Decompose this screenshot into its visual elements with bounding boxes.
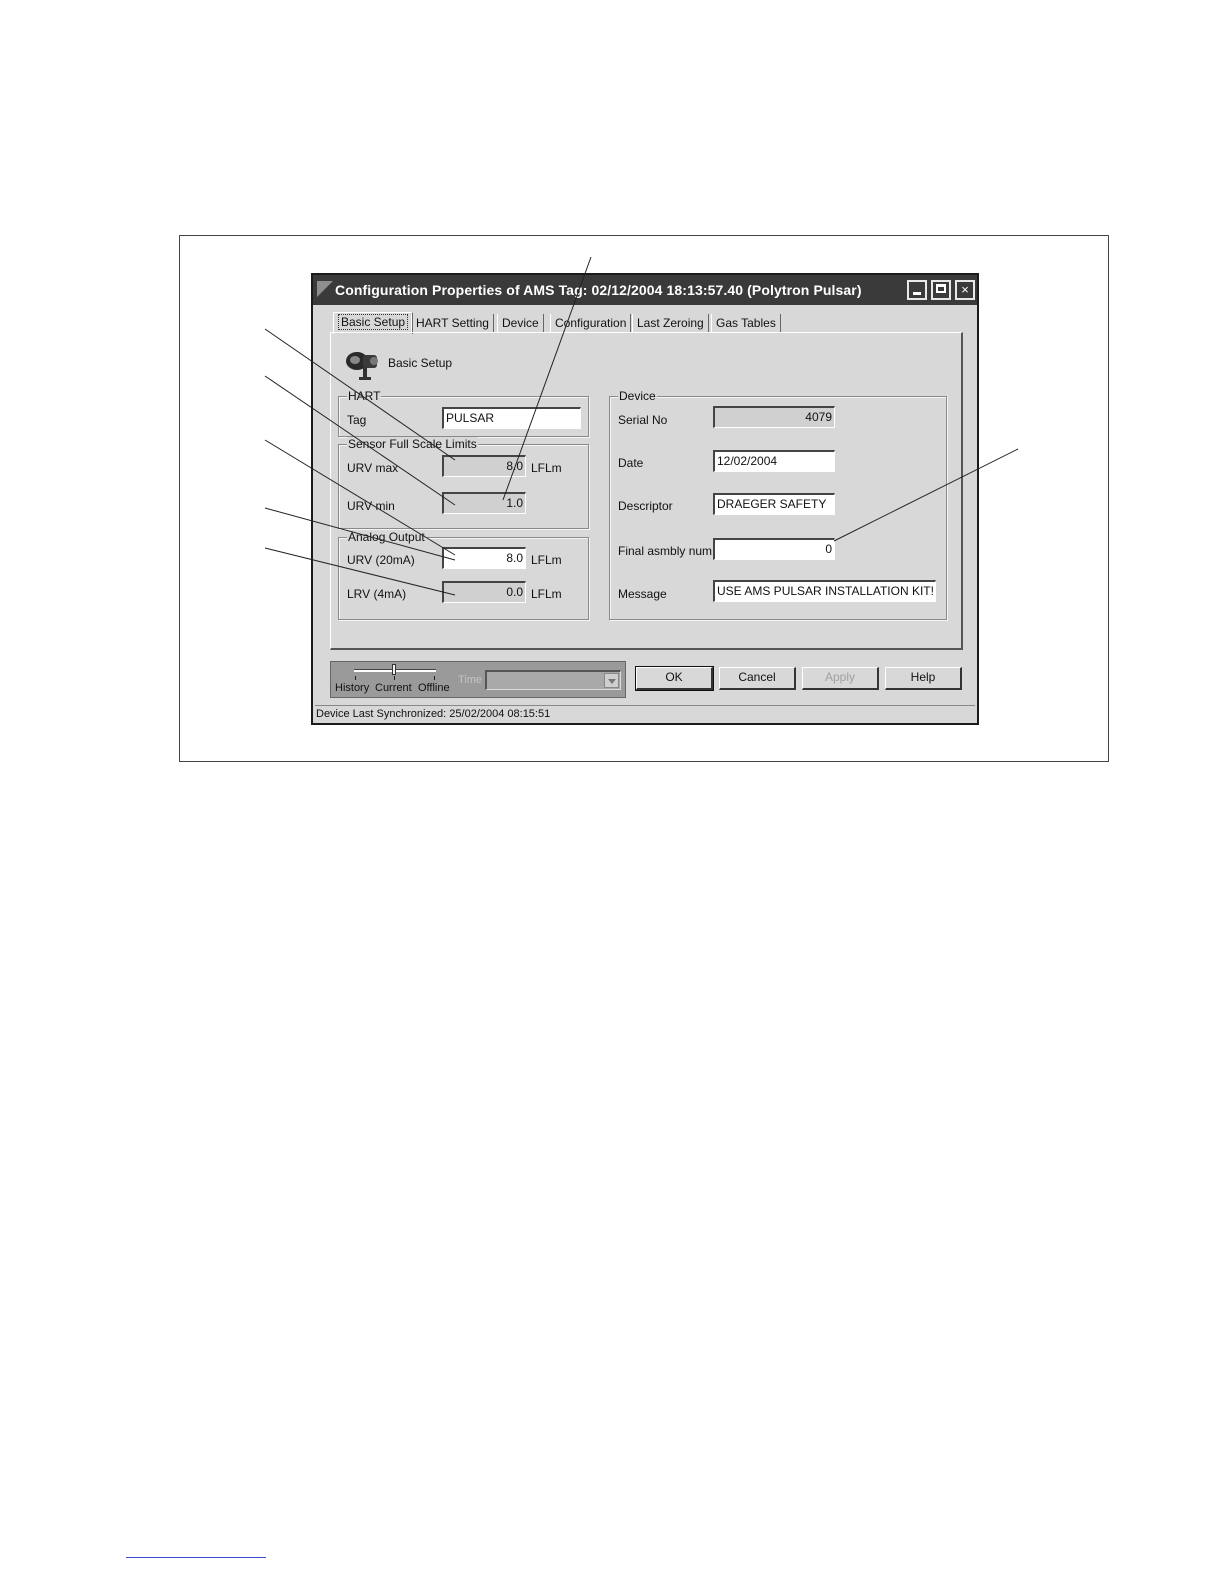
minimize-icon[interactable] bbox=[907, 280, 927, 300]
tag-input[interactable]: PULSAR bbox=[442, 407, 581, 429]
tick-offline bbox=[434, 676, 435, 680]
urv-max-field: 8.0 bbox=[442, 455, 526, 477]
urv-20ma-unit: LFLm bbox=[531, 553, 562, 567]
tab-configuration[interactable]: Configuration bbox=[550, 314, 632, 333]
time-label: Time bbox=[458, 674, 483, 686]
final-asmbly-label: Final asmbly num bbox=[618, 544, 713, 558]
tab-basic-setup[interactable]: Basic Setup bbox=[333, 312, 414, 334]
time-control-bar: History Current Offline Time bbox=[330, 661, 626, 698]
status-bar: Device Last Synchronized: 25/02/2004 08:… bbox=[315, 705, 975, 723]
lrv-4ma-unit: LFLm bbox=[531, 587, 562, 601]
tick-current bbox=[394, 676, 395, 680]
title-bar[interactable]: Configuration Properties of AMS Tag: 02/… bbox=[313, 275, 977, 305]
footnote-rule bbox=[126, 1557, 266, 1558]
analog-output-legend: Analog Output bbox=[347, 530, 426, 544]
app-icon bbox=[317, 281, 333, 297]
descriptor-label: Descriptor bbox=[618, 499, 673, 513]
maximize-icon[interactable] bbox=[931, 280, 951, 300]
config-dialog: Configuration Properties of AMS Tag: 02/… bbox=[311, 273, 979, 725]
urv-min-field: 1.0 bbox=[442, 492, 526, 514]
help-button[interactable]: Help bbox=[885, 667, 962, 690]
tag-label: Tag bbox=[347, 413, 367, 427]
lrv-4ma-label: LRV (4mA) bbox=[347, 587, 407, 601]
message-label: Message bbox=[618, 587, 667, 601]
date-input[interactable]: 12/02/2004 bbox=[713, 450, 835, 472]
apply-button[interactable]: Apply bbox=[802, 667, 879, 690]
tick-history bbox=[355, 676, 356, 680]
final-asmbly-input[interactable]: 0 bbox=[713, 538, 835, 560]
chevron-down-icon[interactable] bbox=[604, 673, 619, 688]
ok-button[interactable]: OK bbox=[635, 666, 714, 691]
mode-offline[interactable]: Offline bbox=[418, 682, 450, 694]
tab-hart-setting[interactable]: HART Setting bbox=[411, 314, 494, 333]
hart-legend: HART bbox=[347, 389, 382, 403]
urv-max-unit: LFLm bbox=[531, 461, 562, 475]
serial-no-field: 4079 bbox=[713, 406, 835, 428]
mode-slider-thumb[interactable] bbox=[392, 664, 396, 675]
descriptor-input[interactable]: DRAEGER SAFETY bbox=[713, 493, 835, 515]
panel-heading: Basic Setup bbox=[388, 356, 453, 370]
mode-current[interactable]: Current bbox=[375, 682, 412, 694]
urv-20ma-label: URV (20mA) bbox=[347, 553, 415, 567]
lrv-4ma-field: 0.0 bbox=[442, 581, 526, 603]
mode-history[interactable]: History bbox=[335, 682, 369, 694]
sensor-limits-legend: Sensor Full Scale Limits bbox=[347, 437, 478, 451]
message-input[interactable]: USE AMS PULSAR INSTALLATION KIT! bbox=[713, 580, 936, 602]
cancel-button[interactable]: Cancel bbox=[719, 667, 796, 690]
tab-device[interactable]: Device bbox=[497, 314, 544, 333]
time-select[interactable] bbox=[485, 670, 621, 690]
device-legend: Device bbox=[618, 389, 657, 403]
urv-min-label: URV min bbox=[347, 499, 395, 513]
transmitter-icon bbox=[346, 352, 378, 380]
serial-no-label: Serial No bbox=[618, 413, 668, 427]
date-label: Date bbox=[618, 456, 644, 470]
close-icon[interactable]: × bbox=[955, 280, 975, 300]
urv-20ma-input[interactable]: 8.0 bbox=[442, 547, 526, 569]
tab-gas-tables[interactable]: Gas Tables bbox=[711, 314, 781, 333]
window-title: Configuration Properties of AMS Tag: 02/… bbox=[335, 282, 862, 298]
urv-max-label: URV max bbox=[347, 461, 399, 475]
tab-last-zeroing[interactable]: Last Zeroing bbox=[632, 314, 709, 333]
